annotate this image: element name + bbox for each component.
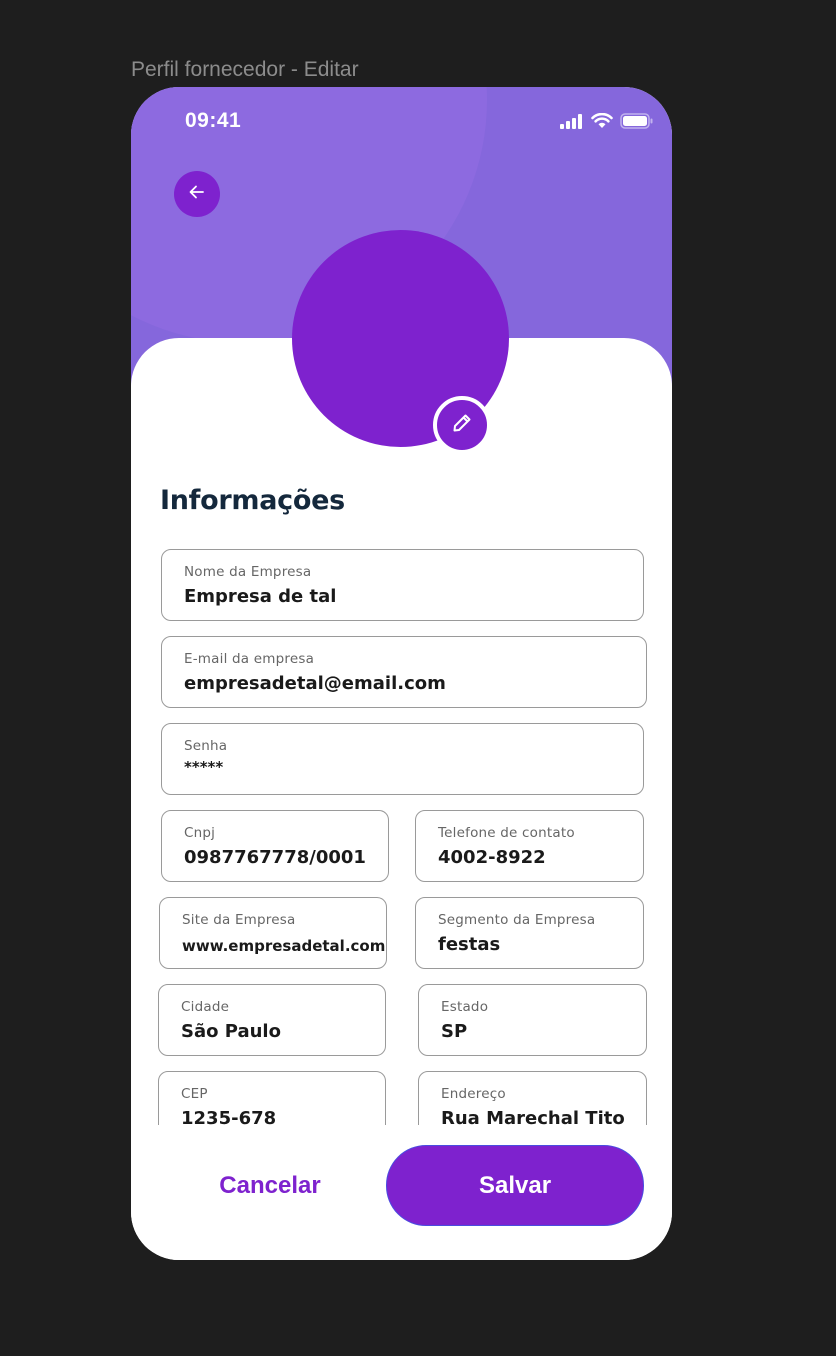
wifi-icon: [591, 112, 613, 134]
website-field[interactable]: Site da Empresa www.empresadetal.com: [159, 897, 387, 969]
status-time: 09:41: [185, 109, 242, 132]
field-label: CEP: [181, 1086, 208, 1102]
phone-screen: 09:41 Informações Nome da Empresa Empres…: [131, 87, 672, 1260]
field-value: festas: [438, 934, 501, 955]
field-label: Site da Empresa: [182, 912, 296, 928]
frame-label: Perfil fornecedor - Editar: [131, 58, 359, 81]
address-field[interactable]: Endereço Rua Marechal Tito: [418, 1071, 647, 1125]
field-value: www.empresadetal.com: [182, 937, 386, 955]
signal-icon: [560, 113, 584, 134]
field-label: Cidade: [181, 999, 230, 1015]
phone-field[interactable]: Telefone de contato 4002-8922: [415, 810, 644, 882]
field-value: 0987767778/0001: [184, 847, 366, 868]
field-value: 4002-8922: [438, 847, 546, 868]
field-value: Rua Marechal Tito: [441, 1108, 625, 1125]
field-label: Cnpj: [184, 825, 216, 841]
field-label: Segmento da Empresa: [438, 912, 596, 928]
field-value: SP: [441, 1021, 468, 1042]
save-button[interactable]: Salvar: [386, 1145, 644, 1226]
edit-avatar-button[interactable]: [433, 396, 491, 454]
field-value: *****: [184, 758, 224, 776]
cnpj-field[interactable]: Cnpj 0987767778/0001: [161, 810, 389, 882]
form-fields[interactable]: Nome da Empresa Empresa de tal E-mail da…: [131, 542, 672, 1125]
email-field[interactable]: E-mail da empresa empresadetal@email.com: [161, 636, 647, 708]
field-label: E-mail da empresa: [184, 651, 315, 667]
field-label: Nome da Empresa: [184, 564, 312, 580]
cep-field[interactable]: CEP 1235-678: [158, 1071, 386, 1125]
arrow-left-icon: [187, 182, 207, 207]
status-icons: [560, 112, 654, 134]
field-label: Telefone de contato: [438, 825, 575, 841]
field-value: empresadetal@email.com: [184, 673, 446, 694]
city-field[interactable]: Cidade São Paulo: [158, 984, 386, 1056]
back-button[interactable]: [174, 171, 220, 217]
field-label: Endereço: [441, 1086, 506, 1102]
company-name-field[interactable]: Nome da Empresa Empresa de tal: [161, 549, 644, 621]
password-field[interactable]: Senha *****: [161, 723, 644, 795]
cancel-button[interactable]: Cancelar: [185, 1146, 355, 1226]
field-value: 1235-678: [181, 1108, 277, 1125]
segment-field[interactable]: Segmento da Empresa festas: [415, 897, 644, 969]
field-label: Estado: [441, 999, 489, 1015]
section-title: Informações: [160, 485, 345, 516]
field-value: Empresa de tal: [184, 586, 337, 607]
field-value: São Paulo: [181, 1021, 281, 1042]
field-label: Senha: [184, 738, 228, 754]
battery-icon: [620, 113, 654, 134]
state-field[interactable]: Estado SP: [418, 984, 647, 1056]
pencil-icon: [451, 412, 473, 439]
